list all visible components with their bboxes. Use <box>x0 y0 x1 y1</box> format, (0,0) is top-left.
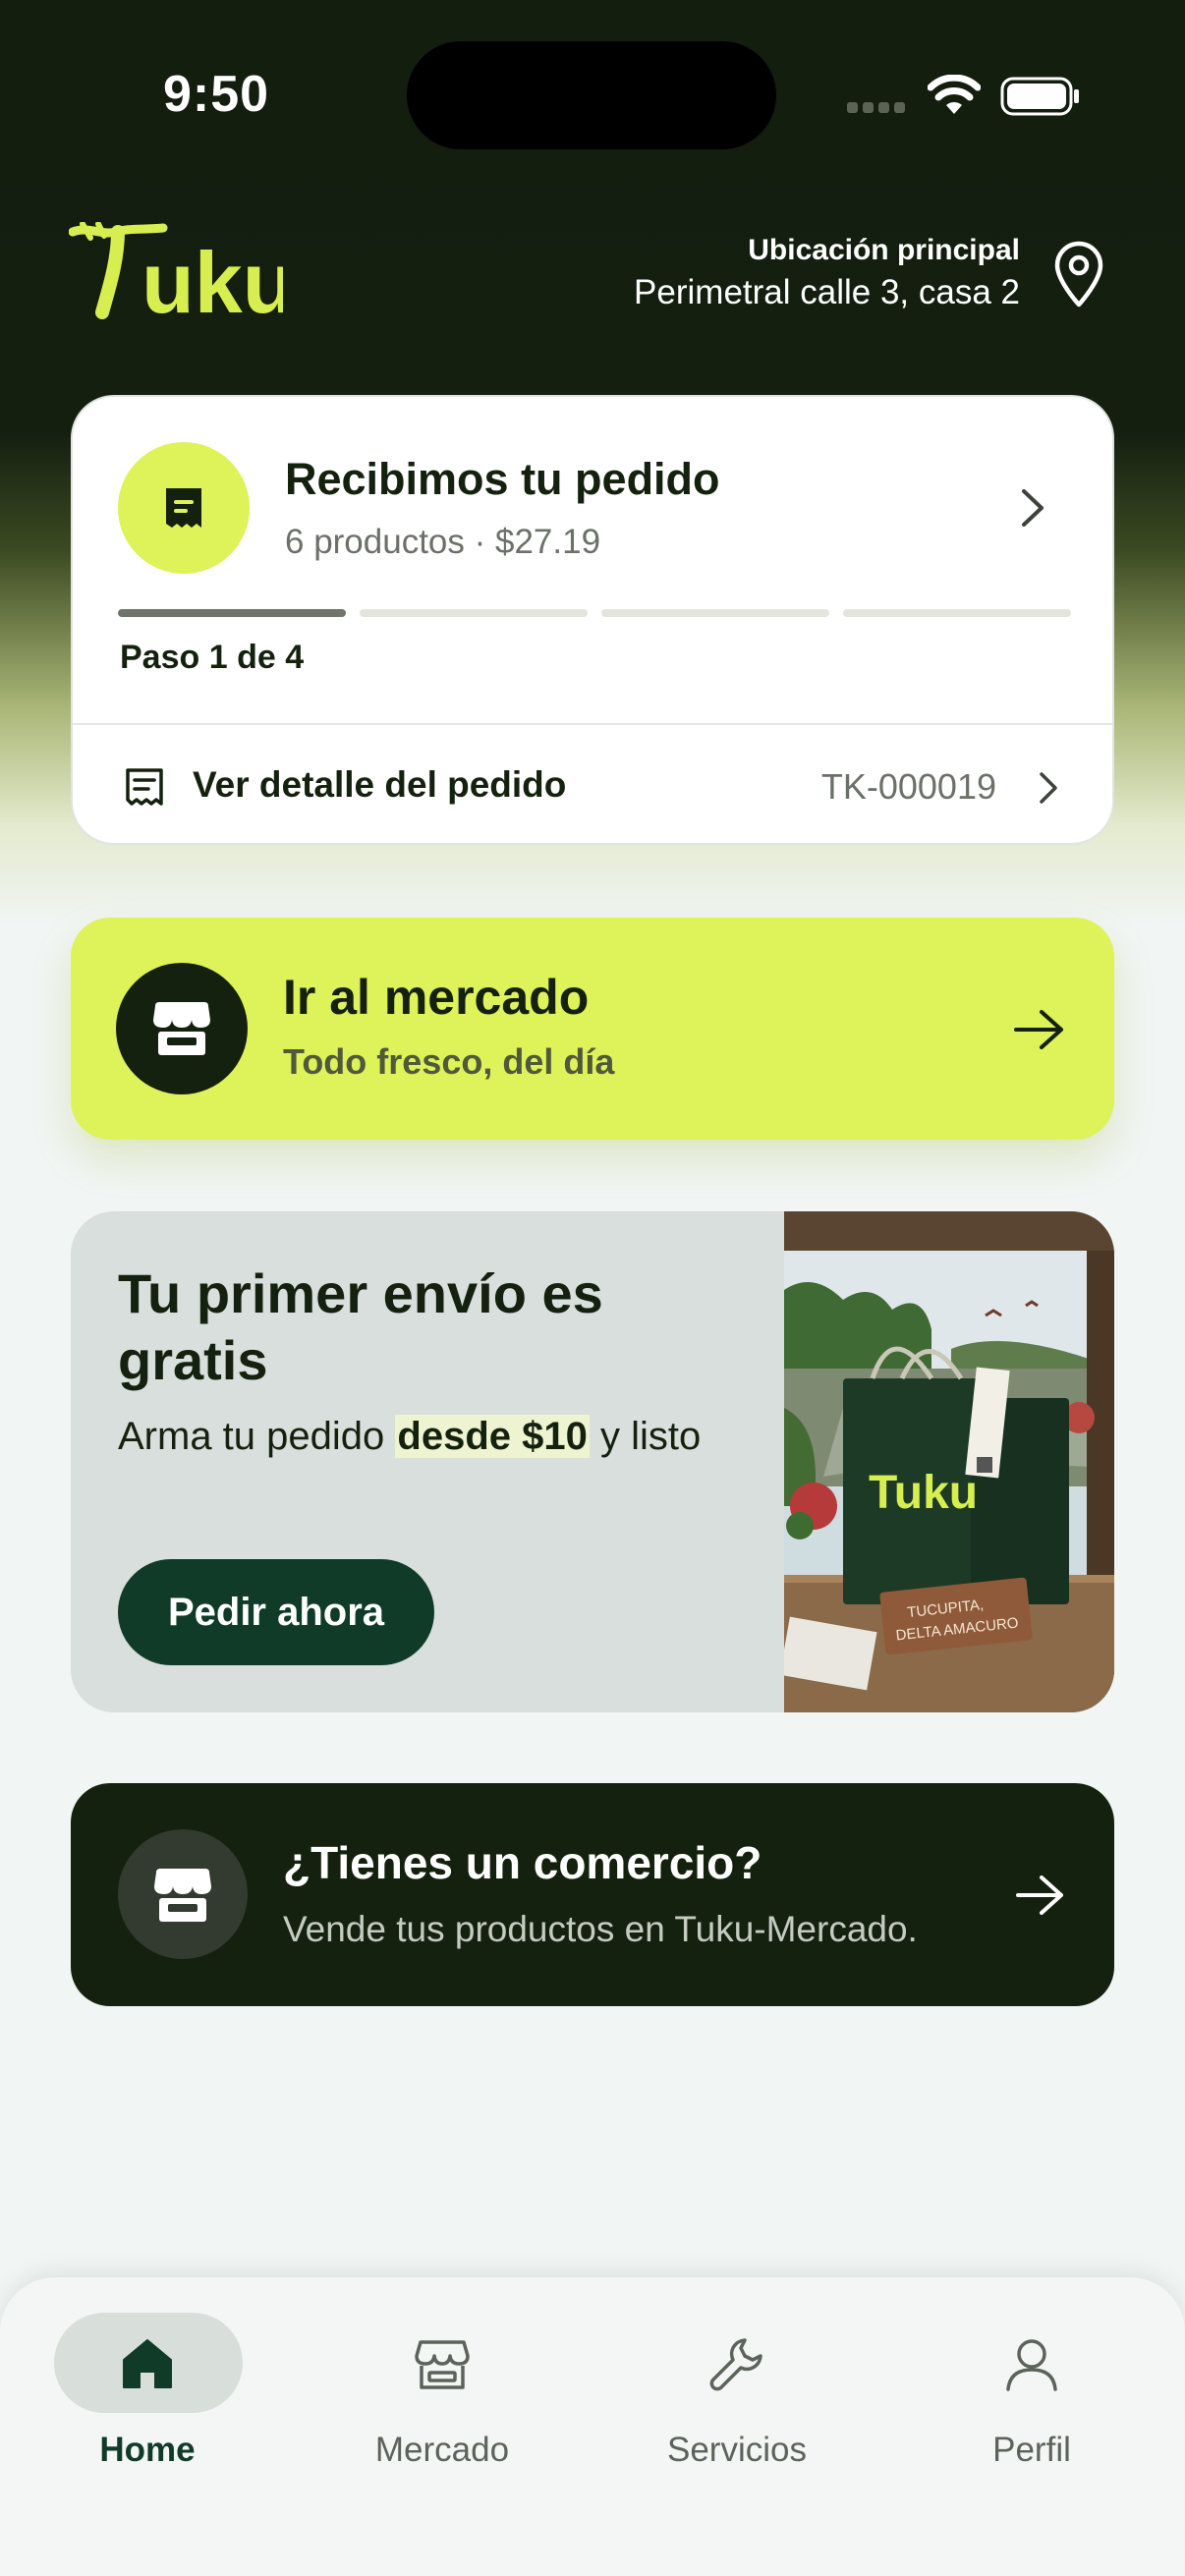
order-step-text: Paso 1 de 4 <box>120 639 305 676</box>
progress-segment <box>118 609 346 617</box>
nav-item-home[interactable]: Home <box>20 2295 275 2492</box>
bottom-navigation: Home Mercado Servicios Perfil <box>0 2277 1185 2576</box>
nav-item-servicios[interactable]: Servicios <box>609 2295 865 2492</box>
merchant-signup-card[interactable]: ¿Tienes un comercio? Vende tus productos… <box>71 1783 1114 2006</box>
receipt-icon <box>118 442 250 574</box>
chevron-right-icon <box>1022 489 1044 527</box>
nav-label-home: Home <box>99 2431 196 2469</box>
market-subtitle: Todo fresco, del día <box>283 1041 615 1082</box>
receipt-outline-icon <box>126 768 163 806</box>
location-address: Perimetral calle 3, casa 2 <box>634 273 1020 311</box>
signal-icon <box>847 102 906 116</box>
progress-segment <box>843 609 1071 617</box>
promo-image: Tuku TUCUPITA, DELTA AMACURO <box>784 1211 1114 1712</box>
order-meta: 6 productos · $27.19 <box>285 523 601 561</box>
promo-title: Tu primer envío es gratis <box>118 1262 603 1391</box>
order-status-card[interactable]: Recibimos tu pedido 6 productos · $27.19… <box>71 395 1114 845</box>
promo-description: Arma tu pedido desde $10 y listo <box>118 1415 702 1458</box>
merchant-title: ¿Tienes un comercio? <box>283 1837 762 1888</box>
order-title: Recibimos tu pedido <box>285 454 720 504</box>
arrow-right-icon <box>1014 1010 1063 1049</box>
market-title: Ir al mercado <box>283 970 590 1025</box>
svg-text:Tuku: Tuku <box>869 1467 978 1519</box>
nav-item-mercado[interactable]: Mercado <box>314 2295 570 2492</box>
map-pin-icon[interactable] <box>1051 240 1106 308</box>
home-icon <box>123 2339 172 2388</box>
store-icon <box>118 1829 248 1959</box>
nav-label-servicios: Servicios <box>667 2431 807 2469</box>
nav-label-perfil: Perfil <box>992 2431 1071 2469</box>
order-code: TK-000019 <box>820 766 996 807</box>
go-to-market-card[interactable]: Ir al mercado Todo fresco, del día <box>71 918 1114 1140</box>
nav-item-perfil[interactable]: Perfil <box>904 2295 1159 2492</box>
order-detail-link[interactable]: Ver detalle del pedido TK-000019 <box>73 725 1112 843</box>
battery-icon <box>1000 77 1079 116</box>
location-label: Ubicación principal <box>748 234 1020 266</box>
svg-text:uku: uku <box>141 234 283 320</box>
location-selector[interactable]: Ubicación principal Perimetral calle 3, … <box>634 234 1020 312</box>
user-icon <box>1006 2339 1057 2391</box>
status-time: 9:50 <box>163 66 270 123</box>
store-icon <box>415 2340 470 2389</box>
wifi-icon <box>928 75 981 114</box>
tuku-logo: uku <box>69 222 283 320</box>
nav-label-mercado: Mercado <box>374 2431 510 2469</box>
progress-segment <box>601 609 829 617</box>
merchant-subtitle: Vende tus productos en Tuku-Mercado. <box>283 1909 918 1949</box>
order-now-button[interactable]: Pedir ahora <box>118 1559 434 1665</box>
promo-highlight: desde $10 <box>395 1415 590 1458</box>
store-icon <box>116 963 248 1094</box>
progress-segment <box>360 609 588 617</box>
wrench-icon <box>709 2338 762 2391</box>
arrow-right-icon <box>1016 1876 1063 1915</box>
chevron-right-icon <box>1040 772 1057 804</box>
order-detail-label: Ver detalle del pedido <box>193 764 567 805</box>
free-shipping-promo-card: Tu primer envío es gratis Arma tu pedido… <box>71 1211 1114 1712</box>
dynamic-island <box>407 41 776 149</box>
order-progress-bar <box>118 609 1071 617</box>
